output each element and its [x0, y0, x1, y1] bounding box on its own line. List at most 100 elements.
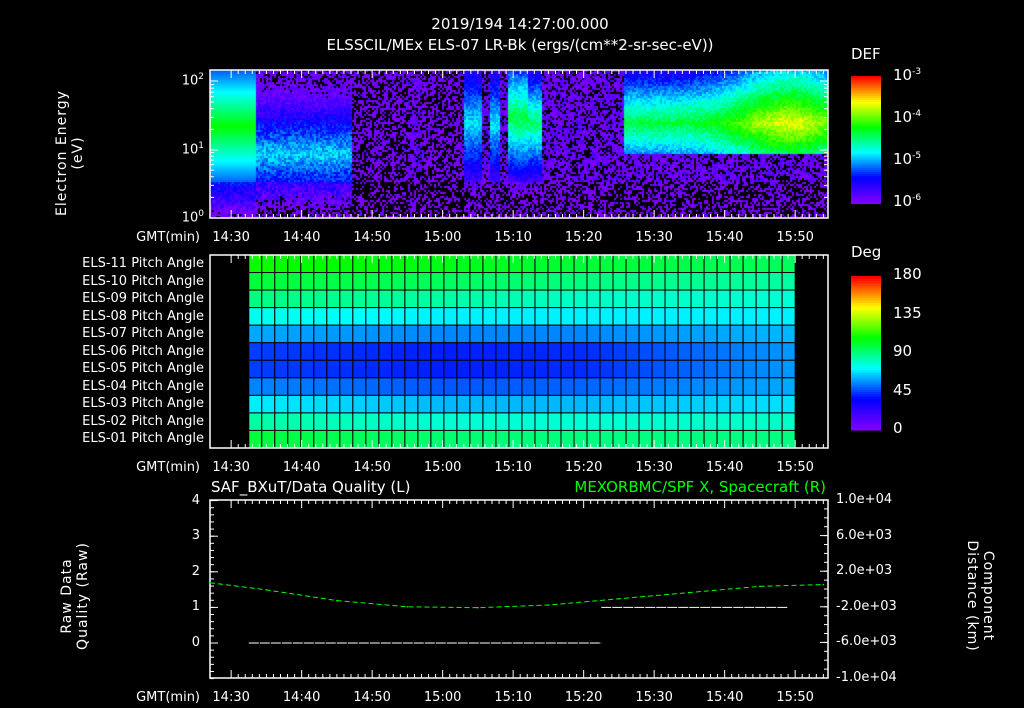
pitch-angle-cell	[404, 429, 419, 449]
pitch-angle-cell	[755, 272, 770, 291]
pitch-angle-cell	[352, 289, 367, 309]
pitch-angle-cell	[417, 412, 432, 431]
def-colorbar-segment	[851, 170, 881, 172]
pitch-angle-cell	[326, 394, 341, 414]
pitch-angle-cell	[781, 289, 796, 309]
pitch-angle-cell	[677, 342, 692, 361]
pitch-angle-cell	[716, 307, 731, 326]
pitch-angle-cell	[534, 377, 549, 396]
pitch-angle-cell	[521, 359, 536, 379]
def-colorbar-segment	[851, 174, 881, 176]
def-colorbar-segment	[851, 124, 881, 126]
quality-ytick-label: 3	[191, 528, 200, 544]
pitch-angle-cell	[677, 412, 692, 431]
spacecraft-x-point	[265, 589, 268, 591]
def-colorbar-segment	[851, 184, 881, 186]
pitch-angle-xtick-label: 15:10	[494, 460, 532, 475]
pitch-angle-cell	[391, 359, 406, 379]
pitch-angle-cell	[625, 394, 640, 414]
pitch-angle-cell	[469, 272, 484, 291]
pitch-angle-cell	[729, 272, 744, 291]
pitch-angle-cell	[547, 254, 562, 274]
pitch-angle-cell	[482, 307, 497, 326]
def-colorbar-segment	[851, 88, 881, 90]
pitch-angle-cell	[768, 342, 783, 361]
pitch-angle-cell	[482, 289, 497, 309]
pitch-angle-cell	[742, 377, 757, 396]
pitch-angle-cell	[521, 307, 536, 326]
pitch-angle-cell	[664, 307, 679, 326]
pitch-angle-cell	[391, 324, 406, 344]
def-colorbar-segment	[851, 114, 881, 116]
pitch-angle-row-label: ELS-06 Pitch Angle	[82, 343, 204, 359]
pitch-angle-cell	[781, 394, 796, 414]
spectrogram-xtick-label: 15:00	[423, 230, 462, 245]
pitch-angle-cell	[300, 289, 315, 309]
pitch-angle-cell	[274, 254, 289, 274]
pitch-angle-cell	[781, 412, 796, 431]
pitch-angle-cell	[729, 359, 744, 379]
pitch-angle-cell	[560, 272, 575, 291]
pitch-angle-cell	[508, 307, 523, 326]
pitch-angle-cell	[339, 412, 354, 431]
quality-xtick-label: 15:00	[423, 690, 462, 705]
pitch-angle-cell	[495, 254, 510, 274]
pitch-angle-cell	[287, 324, 302, 344]
pitch-angle-cell	[417, 377, 432, 396]
pitch-angle-cell	[443, 394, 458, 414]
pitch-angle-cell	[534, 307, 549, 326]
def-colorbar-segment	[851, 142, 881, 144]
distance-ytick-label: -6.0e+03	[836, 634, 897, 650]
pitch-angle-cell	[508, 324, 523, 344]
pitch-angle-cell	[443, 254, 458, 274]
pitch-angle-cell	[560, 307, 575, 326]
def-colorbar-segment	[851, 136, 881, 138]
def-colorbar-segment	[851, 198, 881, 200]
pitch-angle-cell	[313, 377, 328, 396]
pitch-angle-cell	[352, 307, 367, 326]
pitch-angle-cell	[248, 307, 263, 326]
pitch-angle-cell	[703, 307, 718, 326]
def-colorbar-segment	[851, 134, 881, 136]
deg-colorbar-tick: 180	[893, 265, 922, 283]
pitch-angle-cell	[638, 377, 653, 396]
def-colorbar-segment	[851, 76, 881, 78]
pitch-angle-cell	[742, 324, 757, 344]
pitch-angle-cell	[716, 272, 731, 291]
def-colorbar-segment	[851, 156, 881, 158]
pitch-angle-cell	[573, 272, 588, 291]
energy-ytick-label: 101	[181, 141, 204, 158]
pitch-angle-cell	[274, 272, 289, 291]
spectrogram-xtick-label: 14:30	[212, 230, 250, 245]
def-colorbar-segment	[851, 172, 881, 174]
pitch-angle-cell	[664, 342, 679, 361]
pitch-angle-cell	[339, 377, 354, 396]
pitch-angle-cell	[599, 324, 614, 344]
pitch-angle-cell	[573, 394, 588, 414]
pitch-angle-cell	[638, 394, 653, 414]
pitch-angle-cell	[313, 412, 328, 431]
pitch-angle-cell	[560, 394, 575, 414]
pitch-angle-cell	[261, 324, 276, 344]
pitch-angle-cell	[547, 429, 562, 449]
pitch-angle-cell	[742, 394, 757, 414]
pitch-angle-cell	[469, 394, 484, 414]
pitch-angle-cell	[443, 272, 458, 291]
pitch-angle-cell	[521, 342, 536, 361]
pitch-angle-cell	[703, 359, 718, 379]
pitch-angle-cell	[742, 272, 757, 291]
pitch-angle-cell	[430, 412, 445, 431]
pitch-angle-cell	[287, 377, 302, 396]
spacecraft-x-point	[547, 604, 550, 606]
pitch-angle-cell	[430, 254, 445, 274]
pitch-angle-cell	[508, 377, 523, 396]
pitch-angle-cell	[352, 342, 367, 361]
pitch-angle-cell	[729, 342, 744, 361]
quality-ylabel: Raw Data Quality (Raw)	[59, 542, 91, 650]
pitch-angle-cell	[352, 377, 367, 396]
pitch-angle-cell	[625, 307, 640, 326]
distance-ytick-label: 6.0e+03	[836, 527, 893, 543]
pitch-angle-cell	[703, 324, 718, 344]
pitch-angle-cell	[443, 307, 458, 326]
pitch-angle-cell	[625, 272, 640, 291]
